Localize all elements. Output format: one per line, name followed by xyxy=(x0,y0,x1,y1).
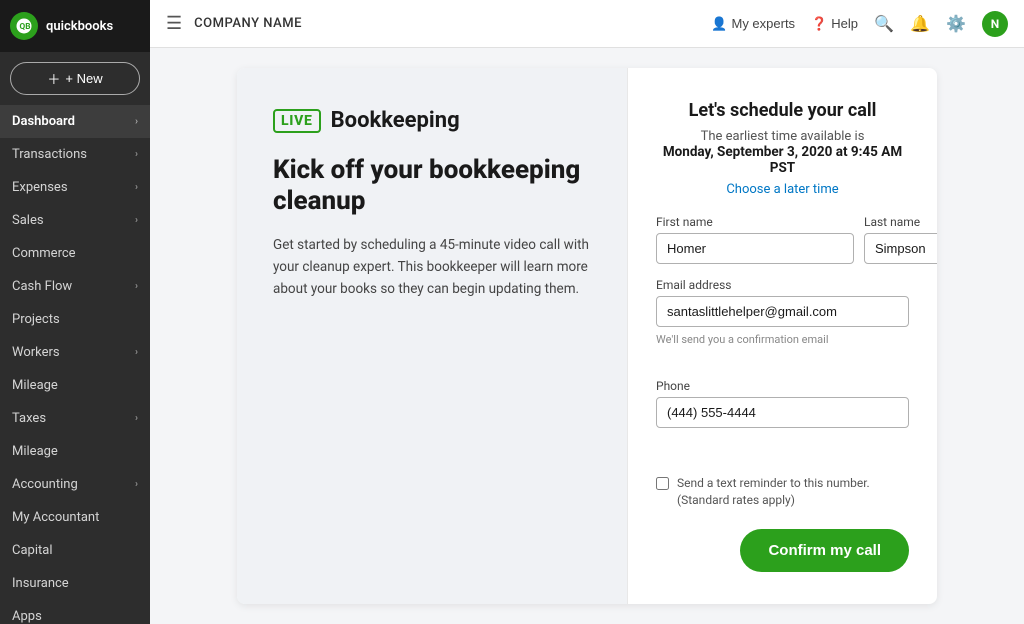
chevron-right-icon: › xyxy=(135,182,138,193)
sidebar-item-capital[interactable]: Capital xyxy=(0,534,150,567)
live-label: LIVE xyxy=(281,113,313,129)
left-panel: LIVE Bookkeeping Kick off your bookkeepi… xyxy=(237,68,627,604)
company-name: COMPANY NAME xyxy=(194,16,699,31)
sidebar-item-sales[interactable]: Sales › xyxy=(0,204,150,237)
sidebar-item-cash-flow[interactable]: Cash Flow › xyxy=(0,270,150,303)
sidebar-item-label: Cash Flow xyxy=(12,279,72,294)
sidebar-item-my-accountant[interactable]: My Accountant xyxy=(0,501,150,534)
chevron-right-icon: › xyxy=(135,479,138,490)
email-label: Email address xyxy=(656,278,909,292)
sidebar-item-label: Sales xyxy=(12,213,44,228)
first-name-label: First name xyxy=(656,215,854,229)
live-box: LIVE xyxy=(273,109,321,133)
avatar[interactable]: N xyxy=(982,11,1008,37)
hero-description: Get started by scheduling a 45-minute vi… xyxy=(273,235,591,300)
gear-icon[interactable]: ⚙️ xyxy=(946,14,966,34)
sidebar-item-mileage[interactable]: Mileage xyxy=(0,435,150,468)
sidebar-item-insurance[interactable]: Insurance xyxy=(0,567,150,600)
sidebar-item-projects[interactable]: Projects xyxy=(0,303,150,336)
topbar-actions: 👤 My experts ❓ Help 🔍 🔔 ⚙️ N xyxy=(711,11,1008,37)
sidebar-item-label: My Accountant xyxy=(12,510,99,525)
content-area: LIVE Bookkeeping Kick off your bookkeepi… xyxy=(150,48,1024,624)
schedule-title: Let's schedule your call xyxy=(656,100,909,121)
sidebar-item-mileage[interactable]: Mileage xyxy=(0,369,150,402)
sidebar-item-label: Apps xyxy=(12,609,42,624)
sidebar-item-taxes[interactable]: Taxes › xyxy=(0,402,150,435)
brand-name: quickbooks xyxy=(46,19,113,34)
chevron-right-icon: › xyxy=(135,281,138,292)
live-badge: LIVE Bookkeeping xyxy=(273,108,591,133)
sidebar-item-transactions[interactable]: Transactions › xyxy=(0,138,150,171)
sidebar-item-label: Mileage xyxy=(12,378,58,393)
svg-text:QB: QB xyxy=(20,22,31,32)
phone-label: Phone xyxy=(656,379,909,393)
choose-later-link[interactable]: Choose a later time xyxy=(656,182,909,197)
sidebar-item-label: Commerce xyxy=(12,246,76,261)
sidebar-item-label: Projects xyxy=(12,312,60,327)
sidebar-item-label: Capital xyxy=(12,543,52,558)
my-experts-button[interactable]: 👤 My experts xyxy=(711,16,795,32)
chevron-right-icon: › xyxy=(135,413,138,424)
last-name-group: Last name xyxy=(864,215,937,264)
chevron-right-icon: › xyxy=(135,215,138,226)
new-button[interactable]: ＋ + New xyxy=(10,62,140,95)
sidebar-item-label: Dashboard xyxy=(12,114,75,129)
email-group: Email address We'll send you a confirmat… xyxy=(656,278,909,365)
help-icon: ❓ xyxy=(811,16,827,32)
confirm-button[interactable]: Confirm my call xyxy=(740,529,909,572)
plus-icon: ＋ xyxy=(47,69,60,88)
help-button[interactable]: ❓ Help xyxy=(811,16,858,32)
sidebar-item-label: Workers xyxy=(12,345,60,360)
sidebar-item-label: Mileage xyxy=(12,444,58,459)
bell-icon[interactable]: 🔔 xyxy=(910,14,930,34)
sidebar-item-apps[interactable]: Apps xyxy=(0,600,150,624)
quickbooks-logo: QB xyxy=(10,12,38,40)
email-hint: We'll send you a confirmation email xyxy=(656,333,909,346)
sms-checkbox[interactable] xyxy=(656,477,669,490)
sidebar: QB quickbooks ＋ + New Dashboard›Transact… xyxy=(0,0,150,624)
phone-group: Phone xyxy=(656,379,909,466)
name-row: First name Last name xyxy=(656,215,909,264)
email-input[interactable] xyxy=(656,296,909,327)
hamburger-icon[interactable]: ☰ xyxy=(166,13,182,34)
sms-checkbox-row: Send a text reminder to this number. (St… xyxy=(656,475,909,509)
last-name-label: Last name xyxy=(864,215,937,229)
last-name-input[interactable] xyxy=(864,233,937,264)
chevron-right-icon: › xyxy=(135,347,138,358)
sidebar-item-expenses[interactable]: Expenses › xyxy=(0,171,150,204)
first-name-group: First name xyxy=(656,215,854,264)
chevron-right-icon: › xyxy=(135,149,138,160)
first-name-input[interactable] xyxy=(656,233,854,264)
right-panel: Let's schedule your call The earliest ti… xyxy=(627,68,937,604)
hero-title: Kick off your bookkeeping cleanup xyxy=(273,155,591,217)
sidebar-item-commerce[interactable]: Commerce xyxy=(0,237,150,270)
sidebar-header: QB quickbooks xyxy=(0,0,150,52)
sidebar-item-dashboard[interactable]: Dashboard › xyxy=(0,105,150,138)
main-content: ☰ COMPANY NAME 👤 My experts ❓ Help 🔍 🔔 ⚙… xyxy=(150,0,1024,624)
sidebar-item-workers[interactable]: Workers › xyxy=(0,336,150,369)
user-icon: 👤 xyxy=(711,16,727,32)
bookkeeping-label: Bookkeeping xyxy=(331,108,460,133)
sidebar-item-label: Accounting xyxy=(12,477,78,492)
sidebar-item-label: Taxes xyxy=(12,411,46,426)
topbar: ☰ COMPANY NAME 👤 My experts ❓ Help 🔍 🔔 ⚙… xyxy=(150,0,1024,48)
search-icon[interactable]: 🔍 xyxy=(874,14,894,34)
sidebar-navigation: Dashboard › Transactions › Expenses › Sales › Co… xyxy=(0,105,150,624)
sidebar-item-label: Insurance xyxy=(12,576,69,591)
sidebar-item-accounting[interactable]: Accounting › xyxy=(0,468,150,501)
new-button-label: + New xyxy=(65,71,102,86)
chevron-right-icon: › xyxy=(135,116,138,127)
sidebar-item-label: Expenses xyxy=(12,180,68,195)
main-card: LIVE Bookkeeping Kick off your bookkeepi… xyxy=(237,68,937,604)
sms-label: Send a text reminder to this number. (St… xyxy=(677,475,909,509)
earliest-text: The earliest time available is xyxy=(656,129,909,144)
earliest-date: Monday, September 3, 2020 at 9:45 AM PST xyxy=(656,144,909,176)
phone-input[interactable] xyxy=(656,397,909,428)
sidebar-item-label: Transactions xyxy=(12,147,87,162)
